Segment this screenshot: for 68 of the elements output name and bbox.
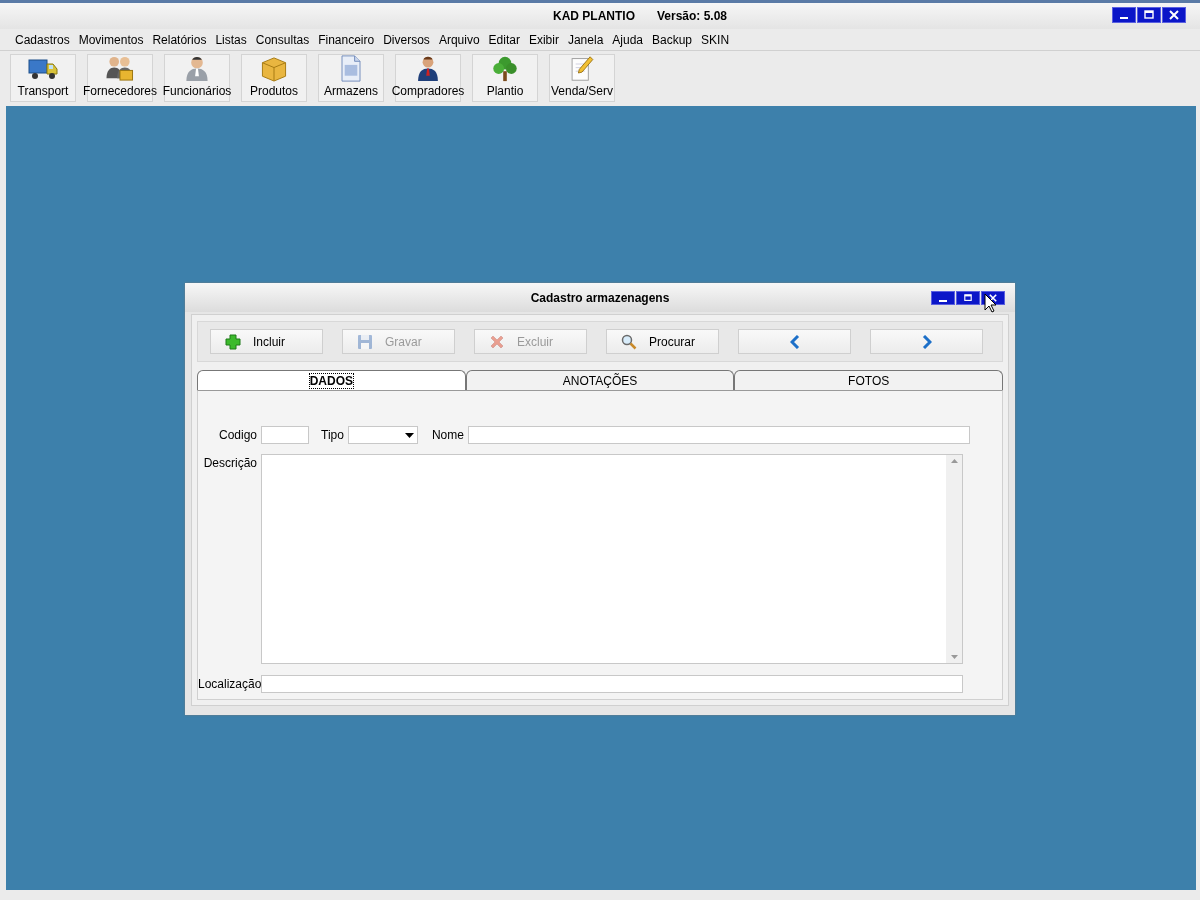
box-icon <box>259 55 289 82</box>
toolbar-button[interactable]: Funcionários <box>164 54 230 102</box>
minimize-icon <box>939 300 947 302</box>
input-field[interactable] <box>261 426 309 444</box>
scroll-down-icon[interactable] <box>950 655 958 659</box>
menu-item[interactable]: Financeiro <box>313 32 379 47</box>
toolbar-button[interactable]: Plantio <box>472 54 538 102</box>
caret-icon <box>404 432 414 438</box>
person-icon <box>415 55 441 82</box>
document-icon <box>338 55 364 82</box>
minimize-button[interactable] <box>1112 7 1136 23</box>
menu-item[interactable]: Movimentos <box>73 32 148 47</box>
delete-x-icon <box>489 333 505 350</box>
maximize-icon <box>1144 10 1154 20</box>
scroll-up-icon[interactable] <box>950 459 958 463</box>
toolbar-button[interactable]: Armazens <box>318 54 384 102</box>
field-label: Codigo <box>217 428 258 442</box>
search-icon <box>621 333 637 350</box>
tab[interactable]: FOTOS <box>734 370 1003 390</box>
version-label: Versão: 5.08 <box>656 9 728 23</box>
toolbar-button[interactable]: Transport <box>10 54 76 102</box>
app-title: KAD PLANTIO <box>552 9 635 23</box>
tree-icon <box>491 55 519 82</box>
dialog-title: Cadastro armazenagens <box>530 290 670 305</box>
menu-item[interactable]: Listas <box>210 32 251 47</box>
toolbar-button[interactable]: Venda/Serv <box>549 54 615 102</box>
toolbar-button[interactable] <box>870 329 983 354</box>
menu-item[interactable]: Consultas <box>250 32 314 47</box>
menu-item[interactable]: Backup <box>647 32 697 47</box>
people-icon <box>105 55 135 82</box>
field-label: Tipo <box>321 428 344 442</box>
menu-item[interactable]: Editar <box>483 32 524 47</box>
maximize-button[interactable] <box>956 291 980 305</box>
field-label: Nome <box>431 428 464 442</box>
input-field[interactable] <box>467 426 970 444</box>
close-button[interactable] <box>1162 7 1186 23</box>
menu-item[interactable]: Ajuda <box>607 32 647 47</box>
menu-item[interactable]: Diversos <box>378 32 434 47</box>
input-field[interactable] <box>261 675 963 693</box>
menu-item[interactable]: Cadastros <box>10 32 74 47</box>
dropdown[interactable] <box>347 426 418 444</box>
chevron-left-icon <box>789 334 800 349</box>
toolbar-button[interactable]: Produtos <box>241 54 307 102</box>
notepad-pencil-icon <box>569 55 595 82</box>
mouse-pointer-icon <box>984 293 997 313</box>
tab[interactable]: DADOS <box>197 370 466 390</box>
close-icon <box>1169 10 1179 20</box>
field-label: Localização <box>198 677 261 691</box>
menu-item[interactable]: Relatórios <box>147 32 211 47</box>
menu-item[interactable]: Janela <box>562 32 608 47</box>
toolbar-button[interactable]: Procurar <box>606 329 719 354</box>
field-label: Descrição <box>202 455 258 470</box>
plus-icon <box>225 333 241 350</box>
maximize-button[interactable] <box>1137 7 1161 23</box>
minimize-button[interactable] <box>931 291 955 305</box>
toolbar-button[interactable]: Incluir <box>210 329 323 354</box>
tab[interactable]: ANOTAÇÕES <box>465 370 735 390</box>
scrollbar[interactable] <box>946 455 962 663</box>
maximize-icon <box>964 294 972 302</box>
menu-item[interactable]: Exibir <box>523 32 563 47</box>
person-icon <box>184 55 210 82</box>
toolbar-button[interactable] <box>738 329 851 354</box>
close-icon <box>989 294 997 302</box>
menu-item[interactable]: SKIN <box>696 32 734 47</box>
minimize-icon <box>1120 17 1128 19</box>
truck-icon <box>28 56 58 82</box>
menu-item[interactable]: Arquivo <box>433 32 484 47</box>
chevron-right-icon <box>921 334 932 349</box>
